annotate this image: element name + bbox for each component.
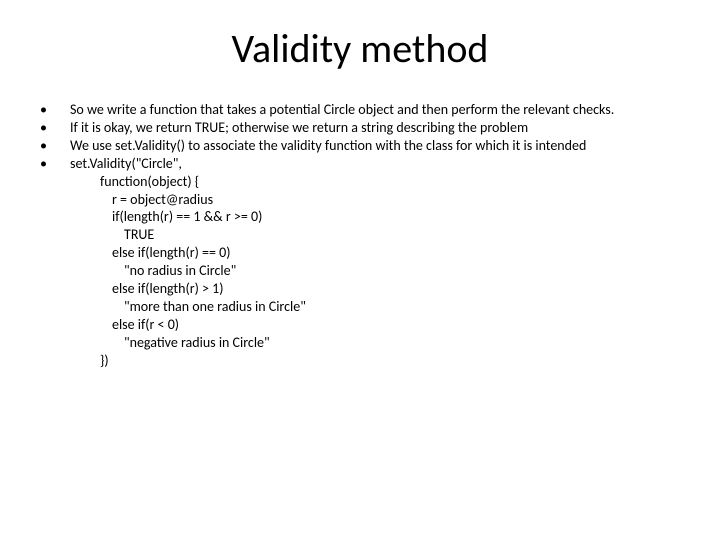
bullet-item: • set.Validity("Circle", bbox=[36, 155, 684, 173]
bullet-marker-icon: • bbox=[36, 101, 70, 119]
code-line: else if(length(r) == 0) bbox=[88, 244, 684, 262]
bullet-item: • We use set.Validity() to associate the… bbox=[36, 137, 684, 155]
bullet-text: So we write a function that takes a pote… bbox=[70, 101, 614, 119]
bullet-marker-icon: • bbox=[36, 155, 70, 173]
bullet-marker-icon: • bbox=[36, 137, 70, 155]
slide-content: • So we write a function that takes a po… bbox=[36, 101, 684, 370]
bullet-item: • If it is okay, we return TRUE; otherwi… bbox=[36, 119, 684, 137]
bullet-marker-icon: • bbox=[36, 119, 70, 137]
code-line: TRUE bbox=[88, 226, 684, 244]
code-line: if(length(r) == 1 && r >= 0) bbox=[88, 208, 684, 226]
bullet-text: We use set.Validity() to associate the v… bbox=[70, 137, 586, 155]
bullet-text: If it is okay, we return TRUE; otherwise… bbox=[70, 119, 528, 137]
code-line: r = object@radius bbox=[88, 191, 684, 209]
slide-title: Validity method bbox=[36, 24, 684, 73]
code-line: else if(r < 0) bbox=[88, 316, 684, 334]
code-line: function(object) { bbox=[88, 173, 684, 191]
bullet-item: • So we write a function that takes a po… bbox=[36, 101, 684, 119]
slide: Validity method • So we write a function… bbox=[0, 0, 720, 540]
code-line: "negative radius in Circle" bbox=[88, 334, 684, 352]
code-block: function(object) { r = object@radius if(… bbox=[88, 173, 684, 370]
bullet-text: set.Validity("Circle", bbox=[70, 155, 182, 173]
code-line: "more than one radius in Circle" bbox=[88, 298, 684, 316]
code-line: "no radius in Circle" bbox=[88, 262, 684, 280]
code-line: }) bbox=[88, 352, 684, 370]
code-line: else if(length(r) > 1) bbox=[88, 280, 684, 298]
